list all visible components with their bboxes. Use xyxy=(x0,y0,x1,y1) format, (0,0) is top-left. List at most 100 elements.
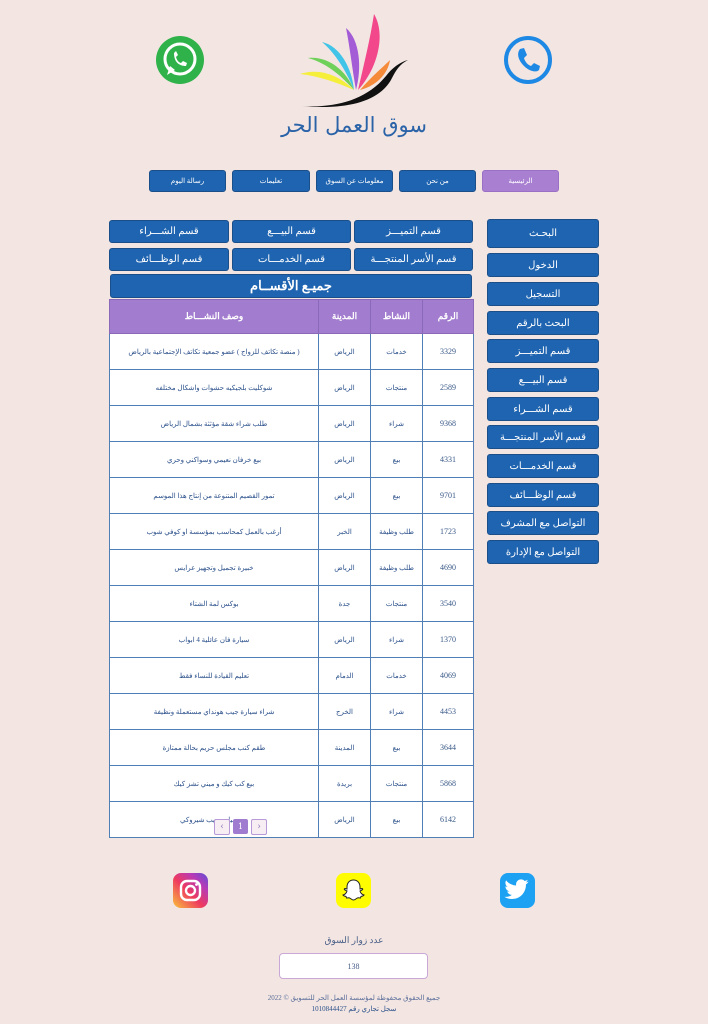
sidebar-featured[interactable]: قسم التميـــز xyxy=(487,339,599,363)
row-activity: خدمات xyxy=(370,657,423,694)
row-activity: بيع xyxy=(370,729,423,766)
row-city: الرياض xyxy=(318,477,371,514)
visitors-label: عدد زوار السوق xyxy=(324,935,384,945)
table-row[interactable]: 4331 بيع الرياض بيع خرفان نعيمي وسواكني وحر… xyxy=(109,441,474,478)
nav-instructions[interactable]: تعليمات xyxy=(232,170,310,192)
row-activity: طلب وظيفة xyxy=(370,549,423,586)
row-activity: بيع xyxy=(370,441,423,478)
table-row[interactable]: 4453 شراء الخرج شراء سيارة جيب هونداي مستعم… xyxy=(109,693,474,730)
category-featured[interactable]: قسم التميـــز xyxy=(354,220,473,243)
nav-market-info[interactable]: معلومات عن السوق xyxy=(316,170,393,192)
table-row[interactable]: 3540 منتجات جدة بوكس لمة الشتاء xyxy=(109,585,474,622)
sidebar-contact-supervisor[interactable]: التواصل مع المشرف xyxy=(487,511,599,535)
table-header-row: الرقم النشاط المدينة وصف النشـــاط xyxy=(109,299,474,334)
col-description: وصف النشـــاط xyxy=(109,299,319,334)
table-row[interactable]: 9701 بيع الرياض تمور القصيم المتنوعة من إنت… xyxy=(109,477,474,514)
category-productive-families[interactable]: قسم الأسر المنتجـــة xyxy=(354,248,473,271)
row-number: 4069 xyxy=(422,657,474,694)
row-city: الرياض xyxy=(318,369,371,406)
row-number: 4690 xyxy=(422,549,474,586)
row-city: الرياض xyxy=(318,801,371,838)
row-description: سيارة فان عائلية 4 ابواب xyxy=(109,621,319,658)
table-row[interactable]: 4069 خدمات الدمام تعليم القيادة للنساء فقط xyxy=(109,657,474,694)
row-activity: خدمات xyxy=(370,333,423,370)
row-city: الرياض xyxy=(318,441,371,478)
row-number: 2589 xyxy=(422,369,474,406)
row-city: بريدة xyxy=(318,765,371,802)
sidebar-search[interactable]: البحـث xyxy=(487,219,599,248)
col-number: الرقم xyxy=(422,299,474,334)
table-row[interactable]: 4690 طلب وظيفة الرياض خبيرة تجميل وتجهيز عر… xyxy=(109,549,474,586)
sidebar-services[interactable]: قسم الخدمـــات xyxy=(487,454,599,478)
row-description: تعليم القيادة للنساء فقط xyxy=(109,657,319,694)
pagination-prev[interactable]: ‹ xyxy=(214,819,230,835)
whatsapp-icon[interactable] xyxy=(155,35,205,85)
category-buy[interactable]: قسم الشـــراء xyxy=(109,220,229,243)
sidebar-buy[interactable]: قسم الشـــراء xyxy=(487,397,599,421)
pagination-page-1[interactable]: 1 xyxy=(233,819,248,834)
pagination-next[interactable]: › xyxy=(251,819,267,835)
sidebar-search-by-number[interactable]: البحث بالرقم xyxy=(487,311,599,335)
nav-home[interactable]: الرئيسية xyxy=(482,170,559,192)
category-jobs[interactable]: قسم الوظـــائف xyxy=(109,248,229,271)
category-sell[interactable]: قسم البيـــع xyxy=(232,220,351,243)
row-number: 4331 xyxy=(422,441,474,478)
row-description: طقم كنب مجلس حريم بحالة ممتازة xyxy=(109,729,319,766)
col-activity: النشاط xyxy=(370,299,423,334)
sidebar-contact-admin[interactable]: التواصل مع الإدارة xyxy=(487,540,599,564)
row-number: 4453 xyxy=(422,693,474,730)
phone-icon[interactable] xyxy=(503,35,553,85)
snapchat-icon[interactable] xyxy=(336,873,371,908)
listings-table: الرقم النشاط المدينة وصف النشـــاط 3329 خ… xyxy=(109,299,474,838)
row-city: المدينة xyxy=(318,729,371,766)
row-number: 1723 xyxy=(422,513,474,550)
table-row[interactable]: 9368 شراء الرياض طلب شراء شقة مؤثثة بشمال ا… xyxy=(109,405,474,442)
row-activity: منتجات xyxy=(370,369,423,406)
twitter-icon[interactable] xyxy=(500,873,535,908)
row-activity: شراء xyxy=(370,621,423,658)
table-row[interactable]: 2589 منتجات الرياض شوكليت بلجيكيه حشوات واش… xyxy=(109,369,474,406)
row-number: 3329 xyxy=(422,333,474,370)
table-row[interactable]: 3644 بيع المدينة طقم كنب مجلس حريم بحالة مم… xyxy=(109,729,474,766)
nav-about[interactable]: من نحن xyxy=(399,170,476,192)
logo-icon xyxy=(296,12,412,112)
table-row[interactable]: 1723 طلب وظيفة الخبر أرغب بالعمل كمحاسب بمؤ… xyxy=(109,513,474,550)
row-city: الرياض xyxy=(318,333,371,370)
col-city: المدينة xyxy=(318,299,371,334)
pagination: ‹ 1 › xyxy=(214,819,267,835)
table-row[interactable]: 3329 خدمات الرياض( منصة تكاتف للزواج ) عضو… xyxy=(109,333,474,370)
row-city: الرياض xyxy=(318,549,371,586)
row-description: ( منصة تكاتف للزواج ) عضو جمعية تكاتف ال… xyxy=(109,333,319,370)
nav-daily-message[interactable]: رسالة اليوم xyxy=(149,170,226,192)
row-activity: بيع xyxy=(370,801,423,838)
row-description: تمور القصيم المتنوعة من إنتاج هذا الموسم xyxy=(109,477,319,514)
row-activity: شراء xyxy=(370,693,423,730)
registry-text: سجل تجاري رقم 1010844427 xyxy=(311,1005,397,1013)
row-city: الدمام xyxy=(318,657,371,694)
row-city: الرياض xyxy=(318,621,371,658)
row-number: 1370 xyxy=(422,621,474,658)
row-number: 9701 xyxy=(422,477,474,514)
instagram-icon[interactable] xyxy=(173,873,208,908)
row-description: بيع خرفان نعيمي وسواكني وحري xyxy=(109,441,319,478)
row-activity: منتجات xyxy=(370,765,423,802)
row-activity: شراء xyxy=(370,405,423,442)
row-city: الخرج xyxy=(318,693,371,730)
row-activity: طلب وظيفة xyxy=(370,513,423,550)
row-description: شراء سيارة جيب هونداي مستعملة ونظيفة xyxy=(109,693,319,730)
sidebar-login[interactable]: الدخول xyxy=(487,253,599,277)
visitors-counter: 138 xyxy=(279,953,428,979)
table-row[interactable]: 1370 شراء الرياض سيارة فان عائلية 4 ابواب xyxy=(109,621,474,658)
row-description: طلب شراء شقة مؤثثة بشمال الرياض xyxy=(109,405,319,442)
row-description: بيع كب كيك و ميني تشز كيك xyxy=(109,765,319,802)
all-sections-button[interactable]: جميـع الأقســام xyxy=(110,274,472,298)
category-services[interactable]: قسم الخدمـــات xyxy=(232,248,351,271)
sidebar-sell[interactable]: قسم البيـــع xyxy=(487,368,599,392)
copyright-text: جميع الحقوق محفوظة لمؤسسة العمل الحر للت… xyxy=(267,994,441,1002)
sidebar-register[interactable]: التسجيل xyxy=(487,282,599,306)
sidebar-productive-families[interactable]: قسم الأسر المنتجـــة xyxy=(487,425,599,449)
table-row[interactable]: 6142بيعالرياضبيع سياره جيب شيروكي xyxy=(109,801,474,838)
row-city: الرياض xyxy=(318,405,371,442)
sidebar-jobs[interactable]: قسم الوظـــائف xyxy=(487,483,599,507)
table-row[interactable]: 5868 منتجات بريدة بيع كب كيك و ميني تشز كيك xyxy=(109,765,474,802)
